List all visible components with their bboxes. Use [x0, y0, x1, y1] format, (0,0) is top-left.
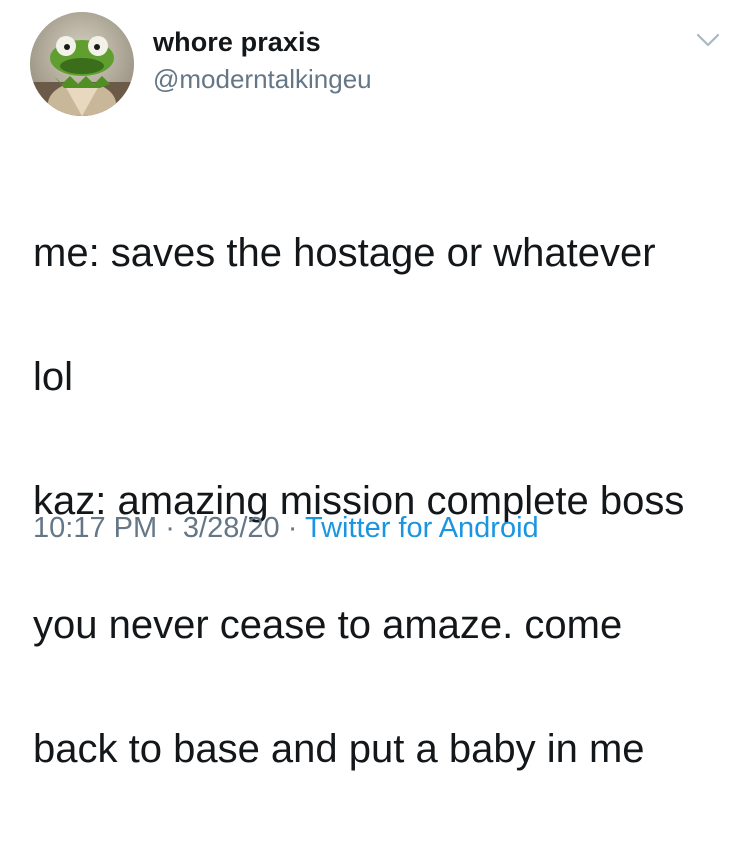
meta-separator: ·	[287, 512, 305, 544]
kermit-frog-avatar-icon	[30, 12, 134, 116]
tweet-date[interactable]: 3/28/20	[183, 512, 280, 544]
tweet-text-line: lol	[33, 355, 74, 399]
tweet-metadata: 10:17 PM · 3/28/20 · Twitter for Android	[33, 512, 539, 545]
tweet-card: whore praxis @moderntalkingeu me: saves …	[0, 0, 750, 771]
chevron-down-icon[interactable]	[694, 30, 722, 50]
author-handle[interactable]: @moderntalkingeu	[153, 64, 372, 95]
tweet-text-line: back to base and put a baby in me	[33, 727, 645, 771]
tweet-source-link[interactable]: Twitter for Android	[305, 512, 539, 544]
tweet-text-line: you never cease to amaze. come	[33, 603, 623, 647]
meta-separator: ·	[165, 512, 183, 544]
tweet-text: me: saves the hostage or whatever lol ka…	[33, 160, 733, 842]
tweet-time[interactable]: 10:17 PM	[33, 512, 157, 544]
author-display-name[interactable]: whore praxis	[153, 27, 321, 58]
author-avatar[interactable]	[30, 12, 134, 116]
tweet-text-line: me: saves the hostage or whatever	[33, 231, 656, 275]
